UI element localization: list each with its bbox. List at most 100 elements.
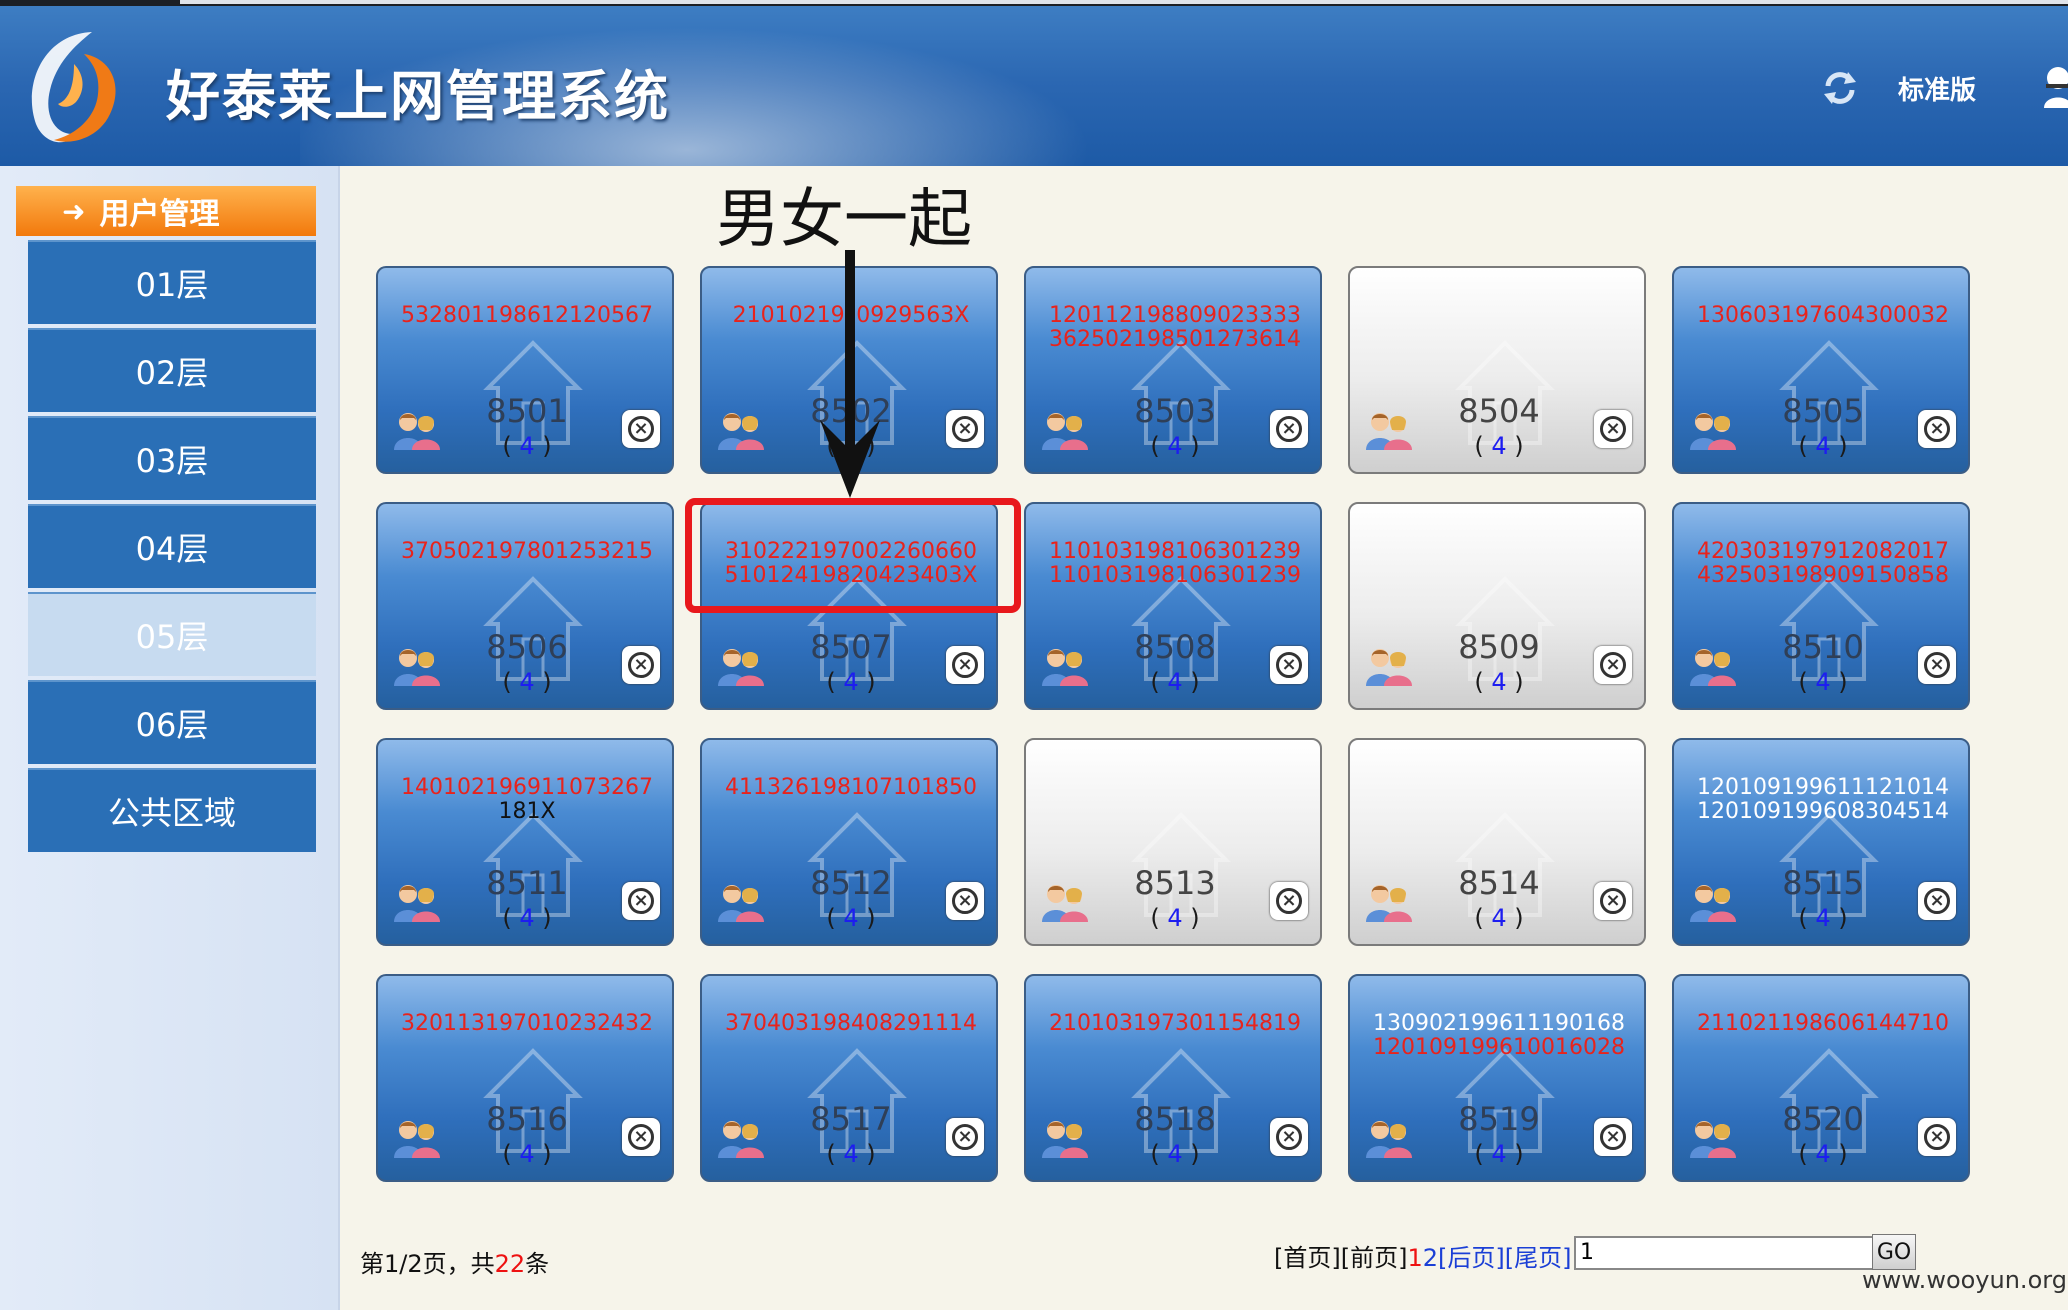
room-tile[interactable]: 120109199611121014 120109199608304514 8515… <box>1672 738 1970 946</box>
users-icon[interactable] <box>716 1118 764 1160</box>
users-icon[interactable] <box>392 646 440 688</box>
page-link-1[interactable]: 1 <box>1407 1244 1422 1272</box>
users-icon[interactable] <box>1688 1118 1736 1160</box>
sidebar-section-user-management[interactable]: ➜ 用户管理 <box>16 186 316 236</box>
id-number-list: 211021198606144710 <box>1674 1012 1968 1036</box>
id-number-list: 120109199611121014 120109199608304514 <box>1674 776 1968 824</box>
close-icon: × <box>1276 416 1302 442</box>
room-tile[interactable]: 8513( 4 ) × <box>1024 738 1322 946</box>
remove-button[interactable]: × <box>622 1118 660 1156</box>
remove-button[interactable]: × <box>622 882 660 920</box>
users-icon[interactable] <box>392 1118 440 1160</box>
room-tile[interactable]: 110103198106301239 110103198106301239 8508… <box>1024 502 1322 710</box>
users-icon[interactable] <box>1364 646 1412 688</box>
users-icon[interactable] <box>1040 646 1088 688</box>
remove-button[interactable]: × <box>946 410 984 448</box>
remove-button[interactable]: × <box>1270 646 1308 684</box>
page-link-2[interactable]: 2 <box>1423 1244 1438 1272</box>
user-account-icon[interactable] <box>2038 64 2068 108</box>
users-icon[interactable] <box>1688 410 1736 452</box>
remove-button[interactable]: × <box>946 1118 984 1156</box>
room-tile[interactable]: 120112198809023333 362502198501273614 8503… <box>1024 266 1322 474</box>
sidebar-item-floor-02[interactable]: 02层 <box>28 328 316 412</box>
remove-button[interactable]: × <box>1918 410 1956 448</box>
users-icon[interactable] <box>1364 410 1412 452</box>
remove-button[interactable]: × <box>946 646 984 684</box>
id-number-list: 532801198612120567 <box>378 304 672 328</box>
id-number-list: 110103198106301239 110103198106301239 <box>1026 540 1320 588</box>
remove-button[interactable]: × <box>1918 882 1956 920</box>
sidebar-item-floor-06[interactable]: 06层 <box>28 680 316 764</box>
users-icon[interactable] <box>716 646 764 688</box>
go-button[interactable]: GO <box>1872 1234 1916 1270</box>
id-number: 140102196911073267 <box>401 775 653 800</box>
remove-button[interactable]: × <box>1270 882 1308 920</box>
app-title: 好泰莱上网管理系统 <box>166 65 670 128</box>
remove-button[interactable]: × <box>1594 882 1632 920</box>
sidebar-item-floor-04[interactable]: 04层 <box>28 504 316 588</box>
remove-button[interactable]: × <box>1594 1118 1632 1156</box>
sidebar-item-label: 公共区域 <box>107 794 236 832</box>
id-number: 362502198501273614 <box>1049 327 1301 352</box>
room-tile[interactable]: 320113197010232432 8516( 4 ) × <box>376 974 674 1182</box>
users-icon[interactable] <box>392 410 440 452</box>
sidebar-item-floor-03[interactable]: 03层 <box>28 416 316 500</box>
last-page-link[interactable]: [尾页] <box>1505 1244 1572 1272</box>
users-icon[interactable] <box>1688 646 1736 688</box>
remove-button[interactable]: × <box>1594 646 1632 684</box>
occupant-count-value: 4 <box>1491 432 1507 460</box>
users-icon[interactable] <box>1040 882 1088 924</box>
refresh-icon[interactable] <box>1820 68 1860 108</box>
id-number: 110103198106301239 <box>1049 563 1301 588</box>
occupant-count-value: 4 <box>519 432 535 460</box>
users-icon[interactable] <box>716 410 764 452</box>
sidebar-item-floor-05[interactable]: 05层 <box>28 592 316 676</box>
room-tile[interactable]: 210103197301154819 8518( 4 ) × <box>1024 974 1322 1182</box>
room-tile[interactable]: 130603197604300032 8505( 4 ) × <box>1672 266 1970 474</box>
room-tile[interactable]: 532801198612120567 8501( 4 ) × <box>376 266 674 474</box>
sidebar-item-label: 05层 <box>135 618 209 656</box>
close-icon: × <box>1924 652 1950 678</box>
room-tile[interactable]: 370403198408291114 8517( 4 ) × <box>700 974 998 1182</box>
users-icon[interactable] <box>392 882 440 924</box>
page-number-input[interactable]: 1 <box>1574 1236 1874 1270</box>
remove-button[interactable]: × <box>946 882 984 920</box>
room-tile[interactable]: 8514( 4 ) × <box>1348 738 1646 946</box>
room-tile[interactable]: 370502197801253215 8506( 4 ) × <box>376 502 674 710</box>
edition-label[interactable]: 标准版 <box>1898 70 1976 107</box>
room-tile[interactable]: 140102196911073267 181X 8511( 4 ) × <box>376 738 674 946</box>
room-tile[interactable]: 420303197912082017 432503198909150858 8510… <box>1672 502 1970 710</box>
occupant-count-value: 4 <box>1815 1140 1831 1168</box>
annotation-text: 男女一起 <box>716 183 972 257</box>
prev-page-link[interactable]: [前页] <box>1341 1244 1408 1272</box>
room-tile[interactable]: 211021198606144710 8520( 4 ) × <box>1672 974 1970 1182</box>
occupant-count-value: 4 <box>1491 1140 1507 1168</box>
users-icon[interactable] <box>716 882 764 924</box>
room-tile[interactable]: 411326198107101850 8512( 4 ) × <box>700 738 998 946</box>
room-tile[interactable]: 130902199611190168 120109199610016028 8519… <box>1348 974 1646 1182</box>
occupant-count-value: 4 <box>519 904 535 932</box>
sidebar-item-floor-01[interactable]: 01层 <box>28 240 316 324</box>
sidebar-item-label: 06层 <box>135 706 209 744</box>
users-icon[interactable] <box>1040 410 1088 452</box>
remove-button[interactable]: × <box>622 646 660 684</box>
first-page-link[interactable]: [首页] <box>1274 1244 1341 1272</box>
next-page-link[interactable]: [后页] <box>1438 1244 1505 1272</box>
remove-button[interactable]: × <box>1918 1118 1956 1156</box>
users-icon[interactable] <box>1364 882 1412 924</box>
sidebar-item-public-area[interactable]: 公共区域 <box>28 768 316 852</box>
remove-button[interactable]: × <box>1270 410 1308 448</box>
remove-button[interactable]: × <box>1594 410 1632 448</box>
remove-button[interactable]: × <box>622 410 660 448</box>
room-tile[interactable]: 8504( 4 ) × <box>1348 266 1646 474</box>
close-icon: × <box>1276 888 1302 914</box>
room-tile[interactable]: 8509( 4 ) × <box>1348 502 1646 710</box>
remove-button[interactable]: × <box>1270 1118 1308 1156</box>
users-icon[interactable] <box>1364 1118 1412 1160</box>
close-icon: × <box>1600 1124 1626 1150</box>
users-icon[interactable] <box>1040 1118 1088 1160</box>
remove-button[interactable]: × <box>1918 646 1956 684</box>
close-icon: × <box>628 1124 654 1150</box>
occupant-count-value: 4 <box>843 904 859 932</box>
users-icon[interactable] <box>1688 882 1736 924</box>
